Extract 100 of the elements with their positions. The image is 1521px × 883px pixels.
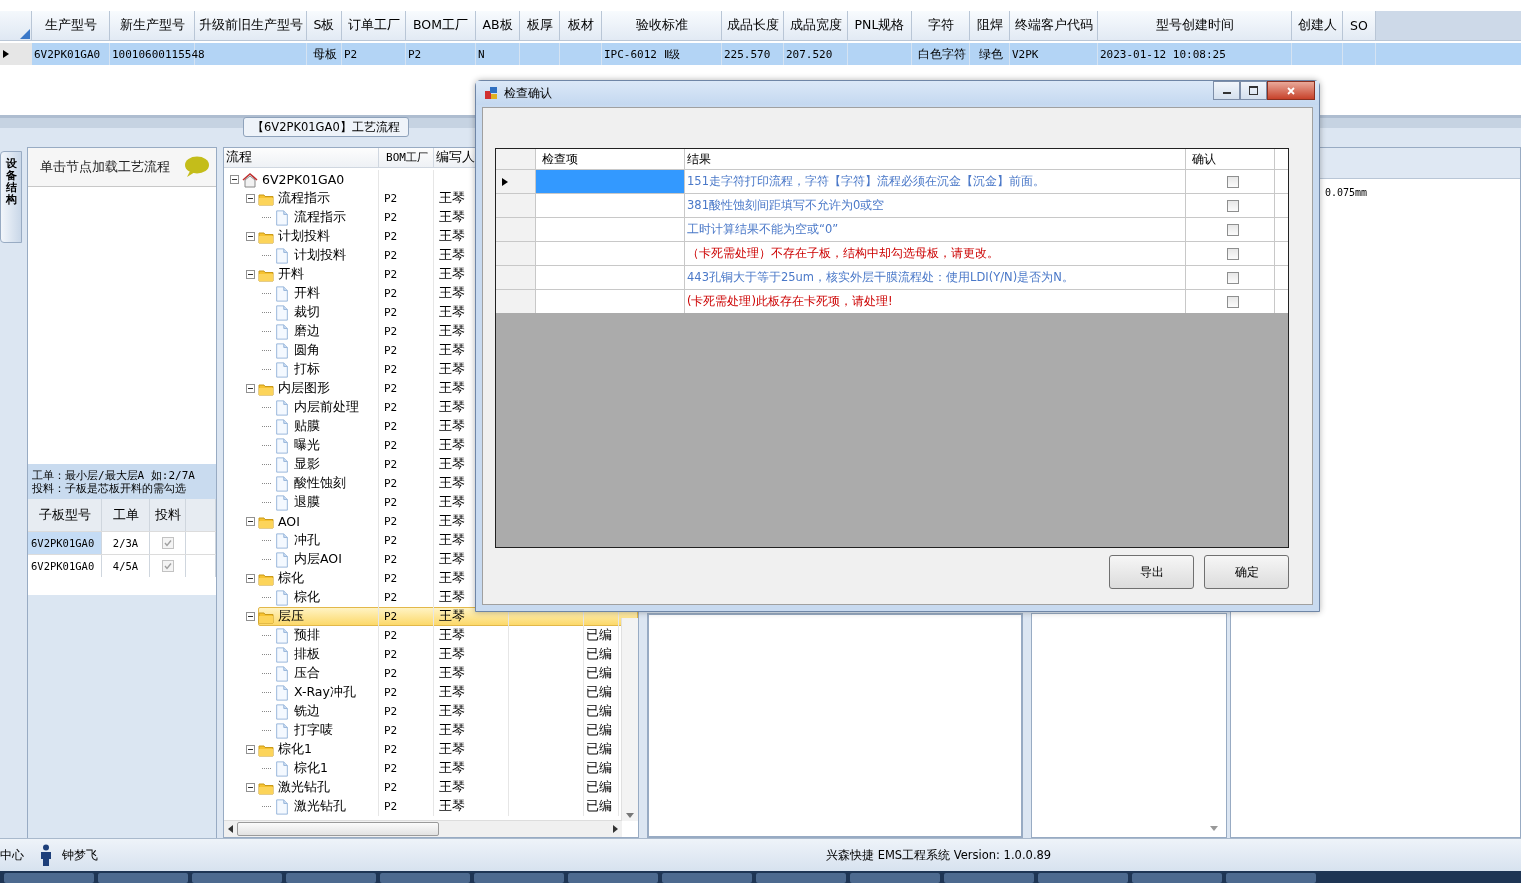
column-header[interactable]: 生产型号 [32, 11, 110, 41]
tree-item[interactable]: 裁切 [293, 304, 321, 321]
collapse-icon[interactable] [246, 194, 255, 203]
table-row[interactable]: 381酸性蚀刻间距填写不允许为0或空 [496, 193, 1288, 217]
collapse-icon[interactable] [246, 783, 255, 792]
scrollbar[interactable] [224, 820, 622, 837]
collapse-icon[interactable] [246, 270, 255, 279]
maximize-button[interactable] [1240, 81, 1267, 100]
table-row[interactable]: 443孔铜大于等于25um，核实外层干膜流程处：使用LDI(Y/N)是否为N。 [496, 265, 1288, 289]
column-header[interactable]: SO [1343, 11, 1376, 41]
tree-item[interactable]: 计划投料 [277, 228, 331, 245]
column-header[interactable]: S板 [307, 11, 342, 41]
tree-item[interactable]: 铣边 [293, 703, 321, 720]
checkbox[interactable] [1227, 295, 1239, 308]
column-header[interactable]: 型号创建时间 [1098, 11, 1292, 41]
tree-item[interactable]: 棕化1 [293, 760, 329, 777]
column-header[interactable]: 升级前旧生产型号 [195, 11, 307, 41]
table-cell[interactable]: 6V2PK01GA0 [28, 555, 102, 577]
checkbox[interactable] [1227, 271, 1239, 284]
column-header[interactable]: 工单 [102, 499, 150, 531]
collapse-icon[interactable] [246, 612, 255, 621]
collapse-icon[interactable] [246, 574, 255, 583]
row-header[interactable] [496, 170, 536, 193]
tree-item[interactable]: 退膜 [293, 494, 321, 511]
grid-row[interactable]: 6V2PK01GA0 10010600115548 母板 P2 P2 N IPC-6012 Ⅱ级 225.570 207.520 白色字符 绿色 V2PK 2023-01-12 10:08:25 [0, 43, 1521, 65]
tree-item[interactable]: 曝光 [293, 437, 321, 454]
tree-item[interactable]: 打字唛 [293, 722, 334, 739]
column-header[interactable]: 阻焊 [970, 11, 1010, 41]
tree-item[interactable]: 圆角 [293, 342, 321, 359]
checkbox[interactable] [1227, 199, 1239, 212]
scroll-thumb[interactable] [237, 822, 439, 836]
column-header[interactable]: 验收标准 [602, 11, 722, 41]
column-header[interactable]: 子板型号 [28, 499, 102, 531]
column-header[interactable]: 成品宽度 [784, 11, 848, 41]
column-header[interactable]: 板厚 [520, 11, 560, 41]
column-header[interactable]: PNL规格 [848, 11, 912, 41]
tree-item[interactable]: 激光钻孔 [277, 779, 331, 796]
tree-item[interactable]: 流程指示 [293, 209, 347, 226]
tree-item[interactable]: 棕化 [277, 570, 305, 587]
scroll-down-icon[interactable] [1210, 826, 1218, 831]
column-header[interactable]: BOM工厂 [406, 11, 476, 41]
checkbox[interactable] [1227, 223, 1239, 236]
column-header[interactable]: AB板 [476, 11, 520, 41]
tree-item[interactable]: 磨边 [293, 323, 321, 340]
table-row[interactable]: 工时计算结果不能为空或“0” [496, 217, 1288, 241]
dialog-button[interactable]: 确定 [1204, 555, 1289, 589]
checkbox[interactable] [161, 537, 174, 549]
tree-item[interactable]: 压合 [293, 665, 321, 682]
scroll-left-icon[interactable] [228, 825, 233, 833]
tree-item[interactable]: 棕化1 [277, 741, 313, 758]
scroll-down-icon[interactable] [626, 813, 634, 818]
column-header[interactable]: 投料 [150, 499, 186, 531]
table-row[interactable]: （卡死需处理）不存在子板，结构中却勾选母板，请更改。 [496, 241, 1288, 265]
tree-item[interactable]: 酸性蚀刻 [293, 475, 347, 492]
tree-item[interactable]: 开料 [293, 285, 321, 302]
column-header[interactable]: 流程 [224, 148, 379, 167]
column-header[interactable]: 新生产型号 [110, 11, 195, 41]
column-header[interactable]: 订单工厂 [342, 11, 406, 41]
column-header[interactable]: 板材 [560, 11, 602, 41]
checkbox[interactable] [1227, 175, 1239, 188]
column-header[interactable]: 成品长度 [722, 11, 784, 41]
tree-item[interactable]: 显影 [293, 456, 321, 473]
column-header[interactable]: 创建人 [1292, 11, 1343, 41]
checkbox[interactable] [1227, 247, 1239, 260]
tree-item[interactable]: 内层前处理 [293, 399, 360, 416]
tree-item[interactable]: 内层图形 [277, 380, 331, 397]
tree-item[interactable]: X-Ray冲孔 [293, 684, 357, 701]
scroll-right-icon[interactable] [613, 825, 618, 833]
tree-item[interactable]: AOI [277, 514, 301, 529]
column-header[interactable]: 字符 [912, 11, 970, 41]
dialog-button[interactable]: 导出 [1109, 555, 1194, 589]
tree-item[interactable]: 计划投料 [293, 247, 347, 264]
tree-item[interactable]: 预排 [293, 627, 321, 644]
tree-item[interactable]: 开料 [277, 266, 305, 283]
tree-item[interactable]: 棕化 [293, 589, 321, 606]
scrollbar[interactable] [621, 618, 638, 821]
table-cell[interactable]: 6V2PK01GA0 [28, 532, 102, 554]
tree-item[interactable]: 贴膜 [293, 418, 321, 435]
close-button[interactable] [1267, 81, 1315, 100]
collapse-icon[interactable] [246, 384, 255, 393]
table-row[interactable]: 151走字符打印流程，字符【字符】流程必须在沉金【沉金】前面。 [496, 169, 1288, 193]
table-row[interactable]: (卡死需处理)此板存在卡死项，请处理! [496, 289, 1288, 313]
tree-item[interactable]: 激光钻孔 [293, 798, 347, 815]
tree-item[interactable]: 层压 [277, 608, 305, 625]
collapse-icon[interactable] [230, 175, 239, 184]
checkbox[interactable] [161, 560, 174, 572]
collapse-icon[interactable] [246, 517, 255, 526]
column-header[interactable]: 终端客户代码 [1010, 11, 1098, 41]
minimize-button[interactable] [1213, 81, 1240, 100]
side-tab[interactable]: 设备结构 [0, 151, 22, 243]
tree-item[interactable]: 打标 [293, 361, 321, 378]
collapse-icon[interactable] [246, 232, 255, 241]
tree-item[interactable]: 内层AOI [293, 551, 343, 568]
tree-item[interactable]: 排板 [293, 646, 321, 663]
tree-item[interactable]: 冲孔 [293, 532, 321, 549]
process-tab[interactable]: 【6V2PK01GA0】工艺流程 [243, 117, 409, 137]
column-header[interactable]: BOM工厂 [379, 148, 434, 167]
tree-item[interactable]: 流程指示 [277, 190, 331, 207]
tree-item[interactable]: 6V2PK01GA0 [261, 172, 346, 187]
collapse-icon[interactable] [246, 745, 255, 754]
